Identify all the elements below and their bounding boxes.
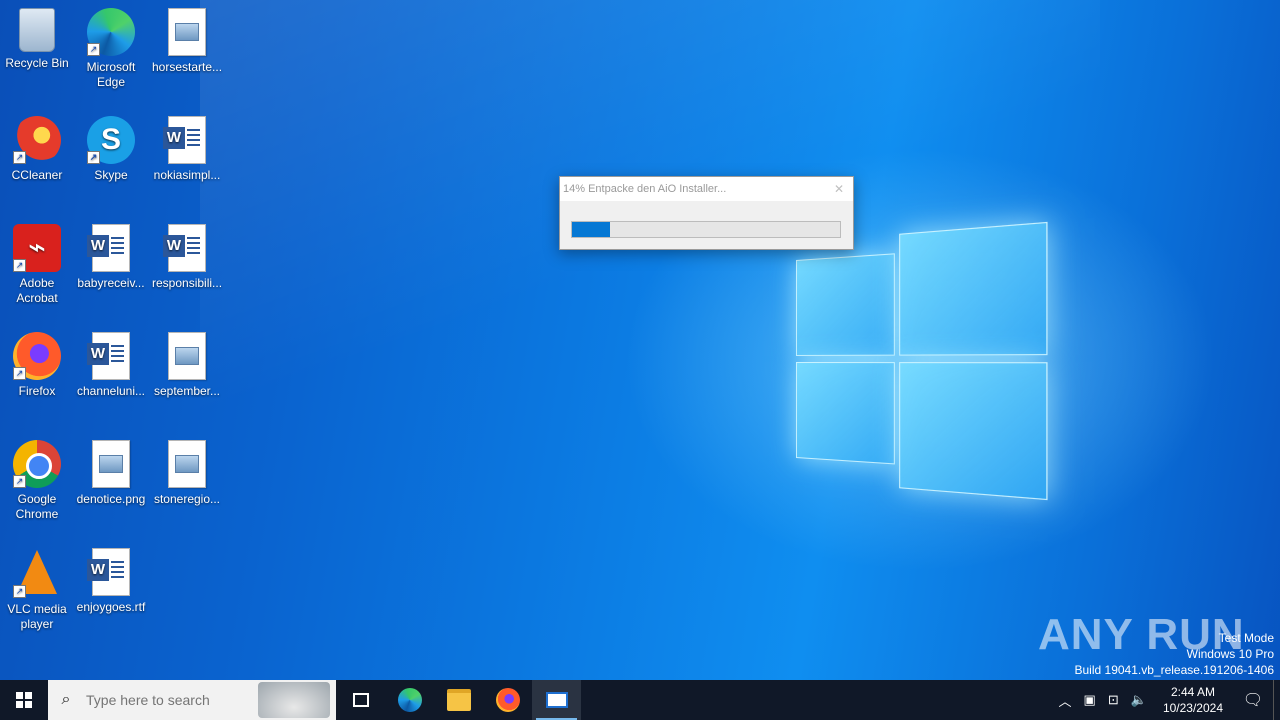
show-desktop-button[interactable] — [1273, 680, 1280, 720]
volume-icon[interactable]: 🔈 — [1125, 692, 1153, 708]
desktop-icon-label: stoneregio... — [150, 492, 224, 507]
search-highlight-image — [258, 682, 330, 718]
desktop-icon-label: CCleaner — [0, 168, 74, 183]
desktop-icon-vlc[interactable]: ↗ VLC media player — [0, 544, 74, 632]
taskbar: ⌕ ︿ ▣ ⊡ 🔈 2:44 AM 10/23/2024 🗨 — [0, 680, 1280, 720]
image-file-icon — [168, 8, 206, 56]
search-icon: ⌕ — [48, 691, 84, 709]
image-file-icon — [168, 440, 206, 488]
desktop-icon-enjoygoes[interactable]: W enjoygoes.rtf — [74, 544, 148, 615]
desktop-icon-firefox[interactable]: ↗ Firefox — [0, 328, 74, 399]
desktop-icon-google-chrome[interactable]: ↗ Google Chrome — [0, 436, 74, 522]
edge-icon: ↗ — [87, 8, 135, 56]
desktop-icon-label: VLC media player — [0, 602, 74, 632]
firefox-icon: ↗ — [13, 332, 61, 380]
desktop-icon-label: channeluni... — [74, 384, 148, 399]
desktop-icon-label: enjoygoes.rtf — [74, 600, 148, 615]
desktop-icon-label: nokiasimpl... — [150, 168, 224, 183]
desktop-icon-label: responsibili... — [150, 276, 224, 291]
shortcut-arrow-icon: ↗ — [87, 151, 100, 164]
desktop-icon-denotice[interactable]: denotice.png — [74, 436, 148, 507]
desktop-icon-label: Google Chrome — [0, 492, 74, 522]
desktop-icon-label: september... — [150, 384, 224, 399]
progress-bar — [571, 221, 841, 238]
dialog-titlebar[interactable]: 14% Entpacke den AiO Installer... ✕ — [560, 177, 853, 201]
close-icon[interactable]: ✕ — [825, 182, 853, 196]
desktop-icon-channeluni[interactable]: W channeluni... — [74, 328, 148, 399]
desktop-icon-label: Skype — [74, 168, 148, 183]
application-window-icon — [546, 692, 568, 708]
desktop-icon-label: babyreceiv... — [74, 276, 148, 291]
word-document-icon: W — [92, 224, 130, 272]
shortcut-arrow-icon: ↗ — [13, 475, 26, 488]
watermark-line: Windows 10 Pro — [1075, 646, 1275, 662]
dialog-title: 14% Entpacke den AiO Installer... — [560, 183, 825, 195]
desktop-icon-horsestarte[interactable]: horsestarte... — [150, 4, 224, 75]
notification-icon[interactable]: 🗨 — [1233, 690, 1273, 710]
system-tray: ︿ ▣ ⊡ 🔈 — [1053, 680, 1153, 720]
desktop-icon-babyreceiv[interactable]: W babyreceiv... — [74, 220, 148, 291]
word-document-icon: W — [92, 548, 130, 596]
desktop-icon-label: Firefox — [0, 384, 74, 399]
network-icon[interactable]: ⊡ — [1102, 692, 1125, 708]
desktop-icon-microsoft-edge[interactable]: ↗ Microsoft Edge — [74, 4, 148, 90]
desktop-icon-responsibili[interactable]: W responsibili... — [150, 220, 224, 291]
taskbar-clock[interactable]: 2:44 AM 10/23/2024 — [1153, 684, 1233, 716]
windows-test-mode-watermark: Test Mode Windows 10 Pro Build 19041.vb_… — [1075, 630, 1275, 678]
progress-bar-fill — [572, 222, 610, 237]
taskbar-firefox[interactable] — [483, 680, 532, 720]
word-document-icon: W — [92, 332, 130, 380]
clock-date: 10/23/2024 — [1163, 700, 1223, 716]
shortcut-arrow-icon: ↗ — [13, 585, 26, 598]
shortcut-arrow-icon: ↗ — [13, 259, 26, 272]
taskbar-edge[interactable] — [385, 680, 434, 720]
desktop-icon-label: horsestarte... — [150, 60, 224, 75]
ccleaner-icon: ↗ — [13, 116, 61, 164]
desktop-icon-september[interactable]: september... — [150, 328, 224, 399]
start-button[interactable] — [0, 680, 48, 720]
acrobat-icon: ⌁ ↗ — [13, 224, 61, 272]
taskbar-file-explorer[interactable] — [434, 680, 483, 720]
watermark-line: Test Mode — [1075, 630, 1275, 646]
clock-time: 2:44 AM — [1163, 684, 1223, 700]
windows-wallpaper-logo — [796, 222, 1048, 500]
recycle-bin-icon — [19, 8, 55, 52]
word-document-icon: W — [168, 224, 206, 272]
shortcut-arrow-icon: ↗ — [13, 367, 26, 380]
desktop-icon-label: denotice.png — [74, 492, 148, 507]
desktop-icon-skype[interactable]: S ↗ Skype — [74, 112, 148, 183]
shortcut-arrow-icon: ↗ — [87, 43, 100, 56]
taskbar-search-box[interactable]: ⌕ — [48, 680, 336, 720]
meet-now-icon[interactable]: ▣ — [1078, 692, 1102, 708]
shortcut-arrow-icon: ↗ — [13, 151, 26, 164]
taskbar-installer-app[interactable] — [532, 680, 581, 720]
desktop-icon-nokiasimpl[interactable]: W nokiasimpl... — [150, 112, 224, 183]
desktop-icon-label: Adobe Acrobat — [0, 276, 74, 306]
firefox-icon — [496, 688, 520, 712]
skype-icon: S ↗ — [87, 116, 135, 164]
desktop-icon-label: Recycle Bin — [0, 56, 74, 71]
desktop-icon-recycle-bin[interactable]: Recycle Bin — [0, 4, 74, 71]
folder-icon — [447, 689, 471, 711]
image-file-icon — [168, 332, 206, 380]
desktop-icon-label: Microsoft Edge — [74, 60, 148, 90]
image-file-icon — [92, 440, 130, 488]
search-input[interactable] — [84, 691, 248, 709]
windows-logo-icon — [16, 692, 32, 708]
watermark-line: Build 19041.vb_release.191206-1406 — [1075, 662, 1275, 678]
installer-progress-dialog[interactable]: 14% Entpacke den AiO Installer... ✕ — [559, 176, 854, 250]
chevron-up-icon[interactable]: ︿ — [1053, 691, 1078, 710]
desktop-icon-adobe-acrobat[interactable]: ⌁ ↗ Adobe Acrobat — [0, 220, 74, 306]
word-document-icon: W — [168, 116, 206, 164]
task-view-button[interactable] — [336, 680, 385, 720]
chrome-icon: ↗ — [13, 440, 61, 488]
edge-icon — [398, 688, 422, 712]
desktop-icon-stoneregio[interactable]: stoneregio... — [150, 436, 224, 507]
task-view-icon — [353, 693, 369, 707]
desktop-icon-ccleaner[interactable]: ↗ CCleaner — [0, 112, 74, 183]
